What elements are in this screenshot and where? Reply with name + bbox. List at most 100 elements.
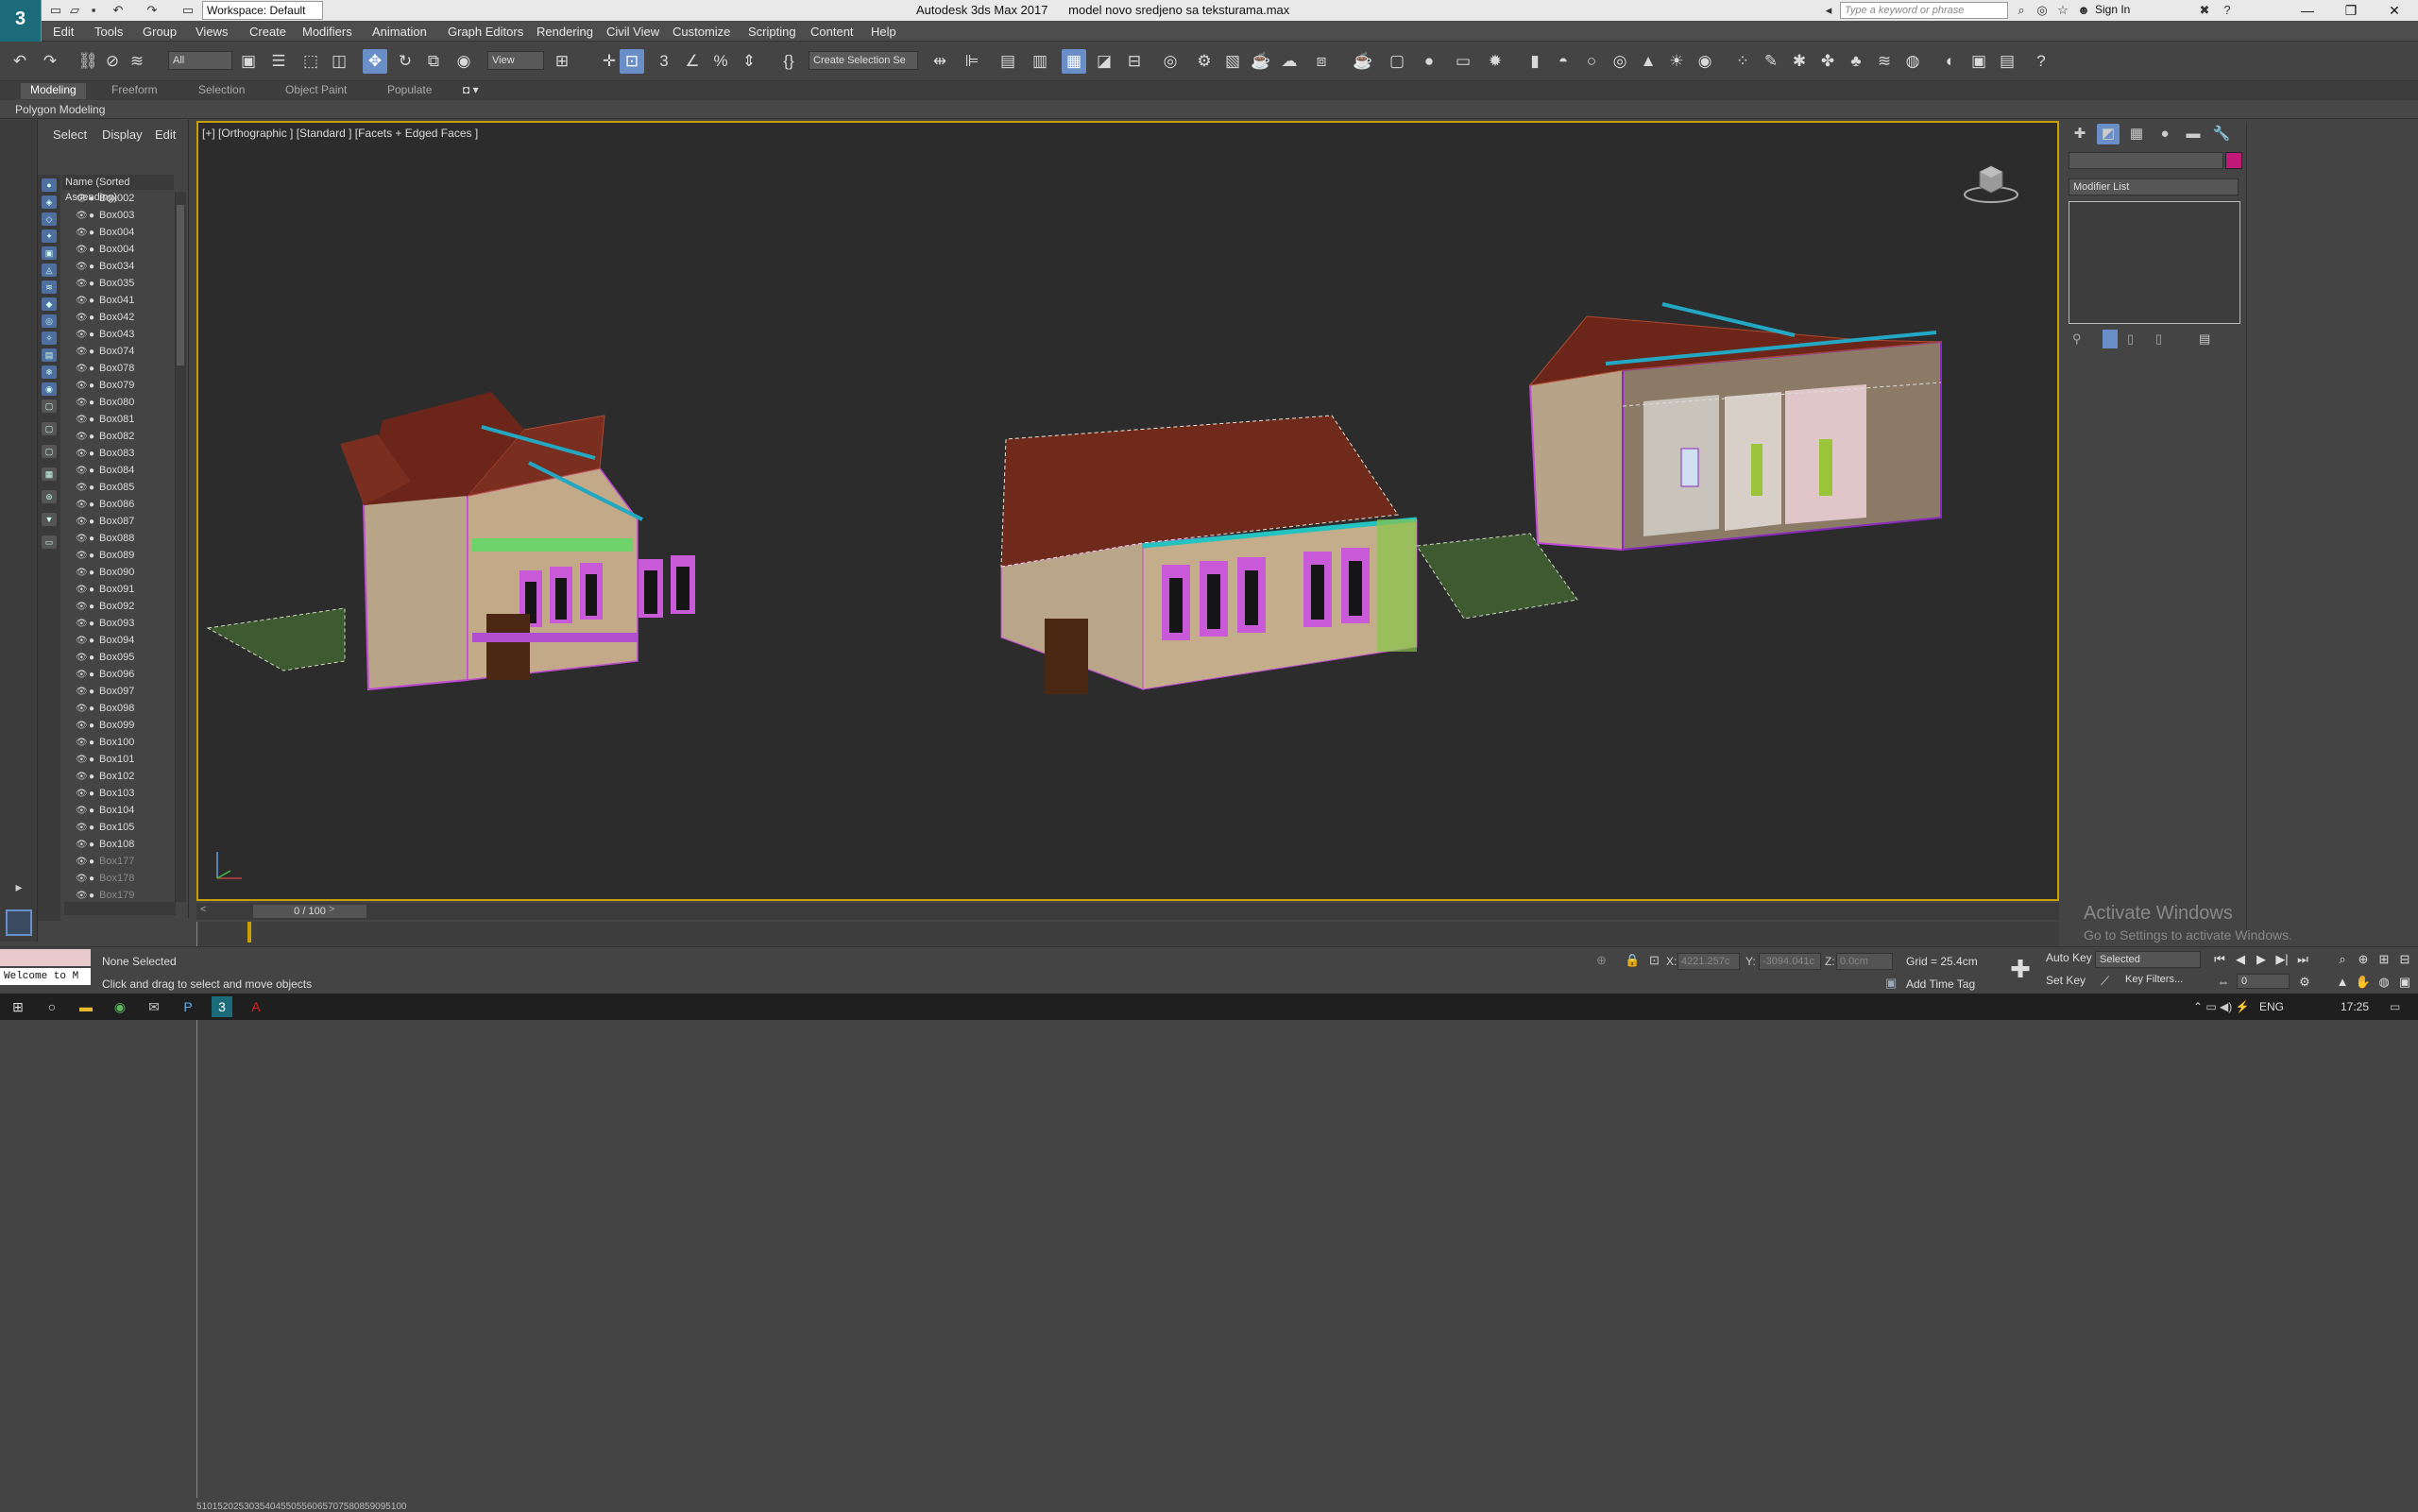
current-frame-field[interactable]: 0 — [2237, 974, 2290, 989]
project-folder-icon[interactable]: ▭ — [179, 2, 196, 19]
visibility-eye-icon[interactable]: 👁 — [76, 361, 89, 378]
search-arrow-icon[interactable]: ◂ — [1819, 2, 1838, 19]
list-item[interactable]: 👁● Box034 — [62, 258, 174, 275]
camera-icon[interactable]: ▢ — [1385, 49, 1409, 74]
list-item[interactable]: 👁● Box093 — [62, 615, 174, 632]
visibility-eye-icon[interactable]: 👁 — [76, 497, 89, 514]
invert-filter-icon[interactable]: ▢ — [42, 445, 57, 458]
save-icon[interactable]: ▪ — [85, 2, 102, 19]
list-item[interactable]: 👁● Box043 — [62, 326, 174, 343]
app-logo[interactable]: 3 — [0, 0, 42, 42]
notifications-icon[interactable]: ▭ — [2390, 1000, 2400, 1013]
visibility-eye-icon[interactable]: 👁 — [76, 650, 89, 667]
list-item[interactable]: 👁● Box094 — [62, 632, 174, 649]
field-of-view-icon[interactable]: ▲ — [2333, 974, 2352, 991]
visibility-eye-icon[interactable]: 👁 — [76, 854, 89, 871]
toggle-layer-explorer-icon[interactable]: ▥ — [1028, 49, 1052, 74]
none-filter-icon[interactable]: ▢ — [42, 422, 57, 435]
xrefs-filter-icon[interactable]: ◎ — [42, 314, 57, 328]
previous-frame-icon[interactable]: ◀ — [2231, 951, 2250, 968]
play-icon[interactable]: ▶ — [2252, 951, 2271, 968]
display-none-icon[interactable]: ● — [42, 178, 57, 192]
visibility-eye-icon[interactable]: 👁 — [76, 684, 89, 701]
explorer-tab-select[interactable]: Select — [53, 127, 87, 142]
pin-stack-icon[interactable]: ⚲ — [2072, 331, 2082, 347]
visibility-eye-icon[interactable]: 👁 — [76, 565, 89, 582]
keyboard-shortcut-override-icon[interactable]: ⊡ — [620, 49, 644, 74]
visibility-eye-icon[interactable]: 👁 — [76, 752, 89, 769]
menu-modifiers[interactable]: Modifiers — [302, 25, 352, 39]
subscription-icon[interactable]: ◎ — [2033, 2, 2052, 19]
utilities-tab-icon[interactable]: 🔧 — [2210, 124, 2233, 144]
help-circle-icon[interactable]: ? — [2029, 49, 2053, 74]
list-item[interactable]: 👁● Box097 — [62, 683, 174, 700]
acrobat-icon[interactable]: A — [246, 996, 266, 1017]
particles-icon[interactable]: ⁘ — [1730, 49, 1755, 74]
hidden-filter-icon[interactable]: ◉ — [42, 382, 57, 396]
select-by-name-icon[interactable]: ☰ — [266, 49, 291, 74]
time-configuration-icon[interactable]: ⚙ — [2295, 974, 2314, 991]
go-to-end-icon[interactable]: ⏭ — [2293, 951, 2312, 968]
go-to-start-icon[interactable]: ⏮ — [2210, 951, 2229, 968]
visibility-eye-icon[interactable]: 👁 — [76, 531, 89, 548]
groups-filter-icon[interactable]: ◆ — [42, 297, 57, 311]
tube-icon[interactable]: ◎ — [1608, 49, 1632, 74]
select-and-scale-icon[interactable]: ⧉ — [421, 49, 446, 74]
containers-filter-icon[interactable]: ▤ — [42, 348, 57, 362]
retopology-icon[interactable]: ▤ — [1995, 49, 2019, 74]
visibility-eye-icon[interactable]: 👁 — [76, 820, 89, 837]
zoom-all-icon[interactable]: ⊕ — [2354, 951, 2373, 968]
help-icon[interactable]: ? — [2218, 2, 2237, 19]
menu-content[interactable]: Content — [810, 25, 854, 39]
create-tab-icon[interactable]: ✚ — [2069, 124, 2091, 144]
polygon-modeling-label[interactable]: Polygon Modeling — [15, 103, 105, 116]
list-item[interactable]: 👁● Box104 — [62, 802, 174, 819]
slider-left-arrow-icon[interactable]: < — [200, 904, 206, 915]
time-slider-thumb[interactable]: 0 / 100 — [253, 905, 366, 918]
open-file-icon[interactable]: ▱ — [66, 2, 83, 19]
list-item[interactable]: 👁● Box092 — [62, 598, 174, 615]
list-item[interactable]: 👁● Box078 — [62, 360, 174, 377]
visibility-eye-icon[interactable]: 👁 — [76, 259, 89, 276]
tab-freeform[interactable]: Freeform — [111, 83, 158, 96]
visibility-eye-icon[interactable]: 👁 — [76, 446, 89, 463]
menu-create[interactable]: Create — [249, 25, 286, 39]
list-item[interactable]: 👁● Box084 — [62, 462, 174, 479]
visibility-eye-icon[interactable]: 👁 — [76, 633, 89, 650]
menu-tools[interactable]: Tools — [94, 25, 123, 39]
zoom-extents-icon[interactable]: ⊞ — [2375, 951, 2393, 968]
default-in-out-tangent-icon[interactable]: ⟋ — [2101, 974, 2109, 989]
visibility-eye-icon[interactable]: 👁 — [76, 871, 89, 888]
auto-key-button[interactable]: Auto Key — [2046, 951, 2092, 964]
visibility-eye-icon[interactable]: 👁 — [76, 514, 89, 531]
menu-animation[interactable]: Animation — [372, 25, 427, 39]
visibility-eye-icon[interactable]: 👁 — [76, 276, 89, 293]
visibility-eye-icon[interactable]: 👁 — [76, 582, 89, 599]
key-filters-button[interactable]: Key Filters... — [2125, 974, 2183, 985]
visibility-eye-icon[interactable]: 👁 — [76, 599, 89, 616]
visibility-eye-icon[interactable]: 👁 — [76, 803, 89, 820]
list-item[interactable]: 👁● Box108 — [62, 836, 174, 853]
z-coordinate-field[interactable]: 0.0cm — [1836, 953, 1893, 970]
list-item[interactable]: 👁● Box096 — [62, 666, 174, 683]
pan-view-icon[interactable]: ✋ — [2354, 974, 2373, 991]
list-item[interactable]: 👁● Box041 — [62, 292, 174, 309]
visibility-eye-icon[interactable]: 👁 — [76, 412, 89, 429]
list-item[interactable]: 👁● Box081 — [62, 411, 174, 428]
list-item[interactable]: 👁● Box089 — [62, 547, 174, 564]
list-item[interactable]: 👁● Box079 — [62, 377, 174, 394]
visibility-eye-icon[interactable]: 👁 — [76, 225, 89, 242]
list-item[interactable]: 👁● Box177 — [62, 853, 174, 870]
list-item[interactable]: 👁● Box003 — [62, 207, 174, 224]
visibility-eye-icon[interactable]: 👁 — [76, 837, 89, 854]
zoom-extents-all-icon[interactable]: ⊟ — [2395, 951, 2414, 968]
search-taskbar-icon[interactable]: ○ — [42, 996, 62, 1017]
expand-arrow-icon[interactable]: ▸ — [8, 875, 30, 898]
select-and-rotate-icon[interactable]: ↻ — [393, 49, 417, 74]
rendered-frame-window-icon[interactable]: ▧ — [1220, 49, 1245, 74]
list-item[interactable]: 👁● Box085 — [62, 479, 174, 496]
object-name-field[interactable] — [2069, 152, 2223, 169]
tab-selection[interactable]: Selection — [198, 83, 245, 96]
list-item[interactable]: 👁● Box004 — [62, 224, 174, 241]
visibility-eye-icon[interactable]: 👁 — [76, 701, 89, 718]
